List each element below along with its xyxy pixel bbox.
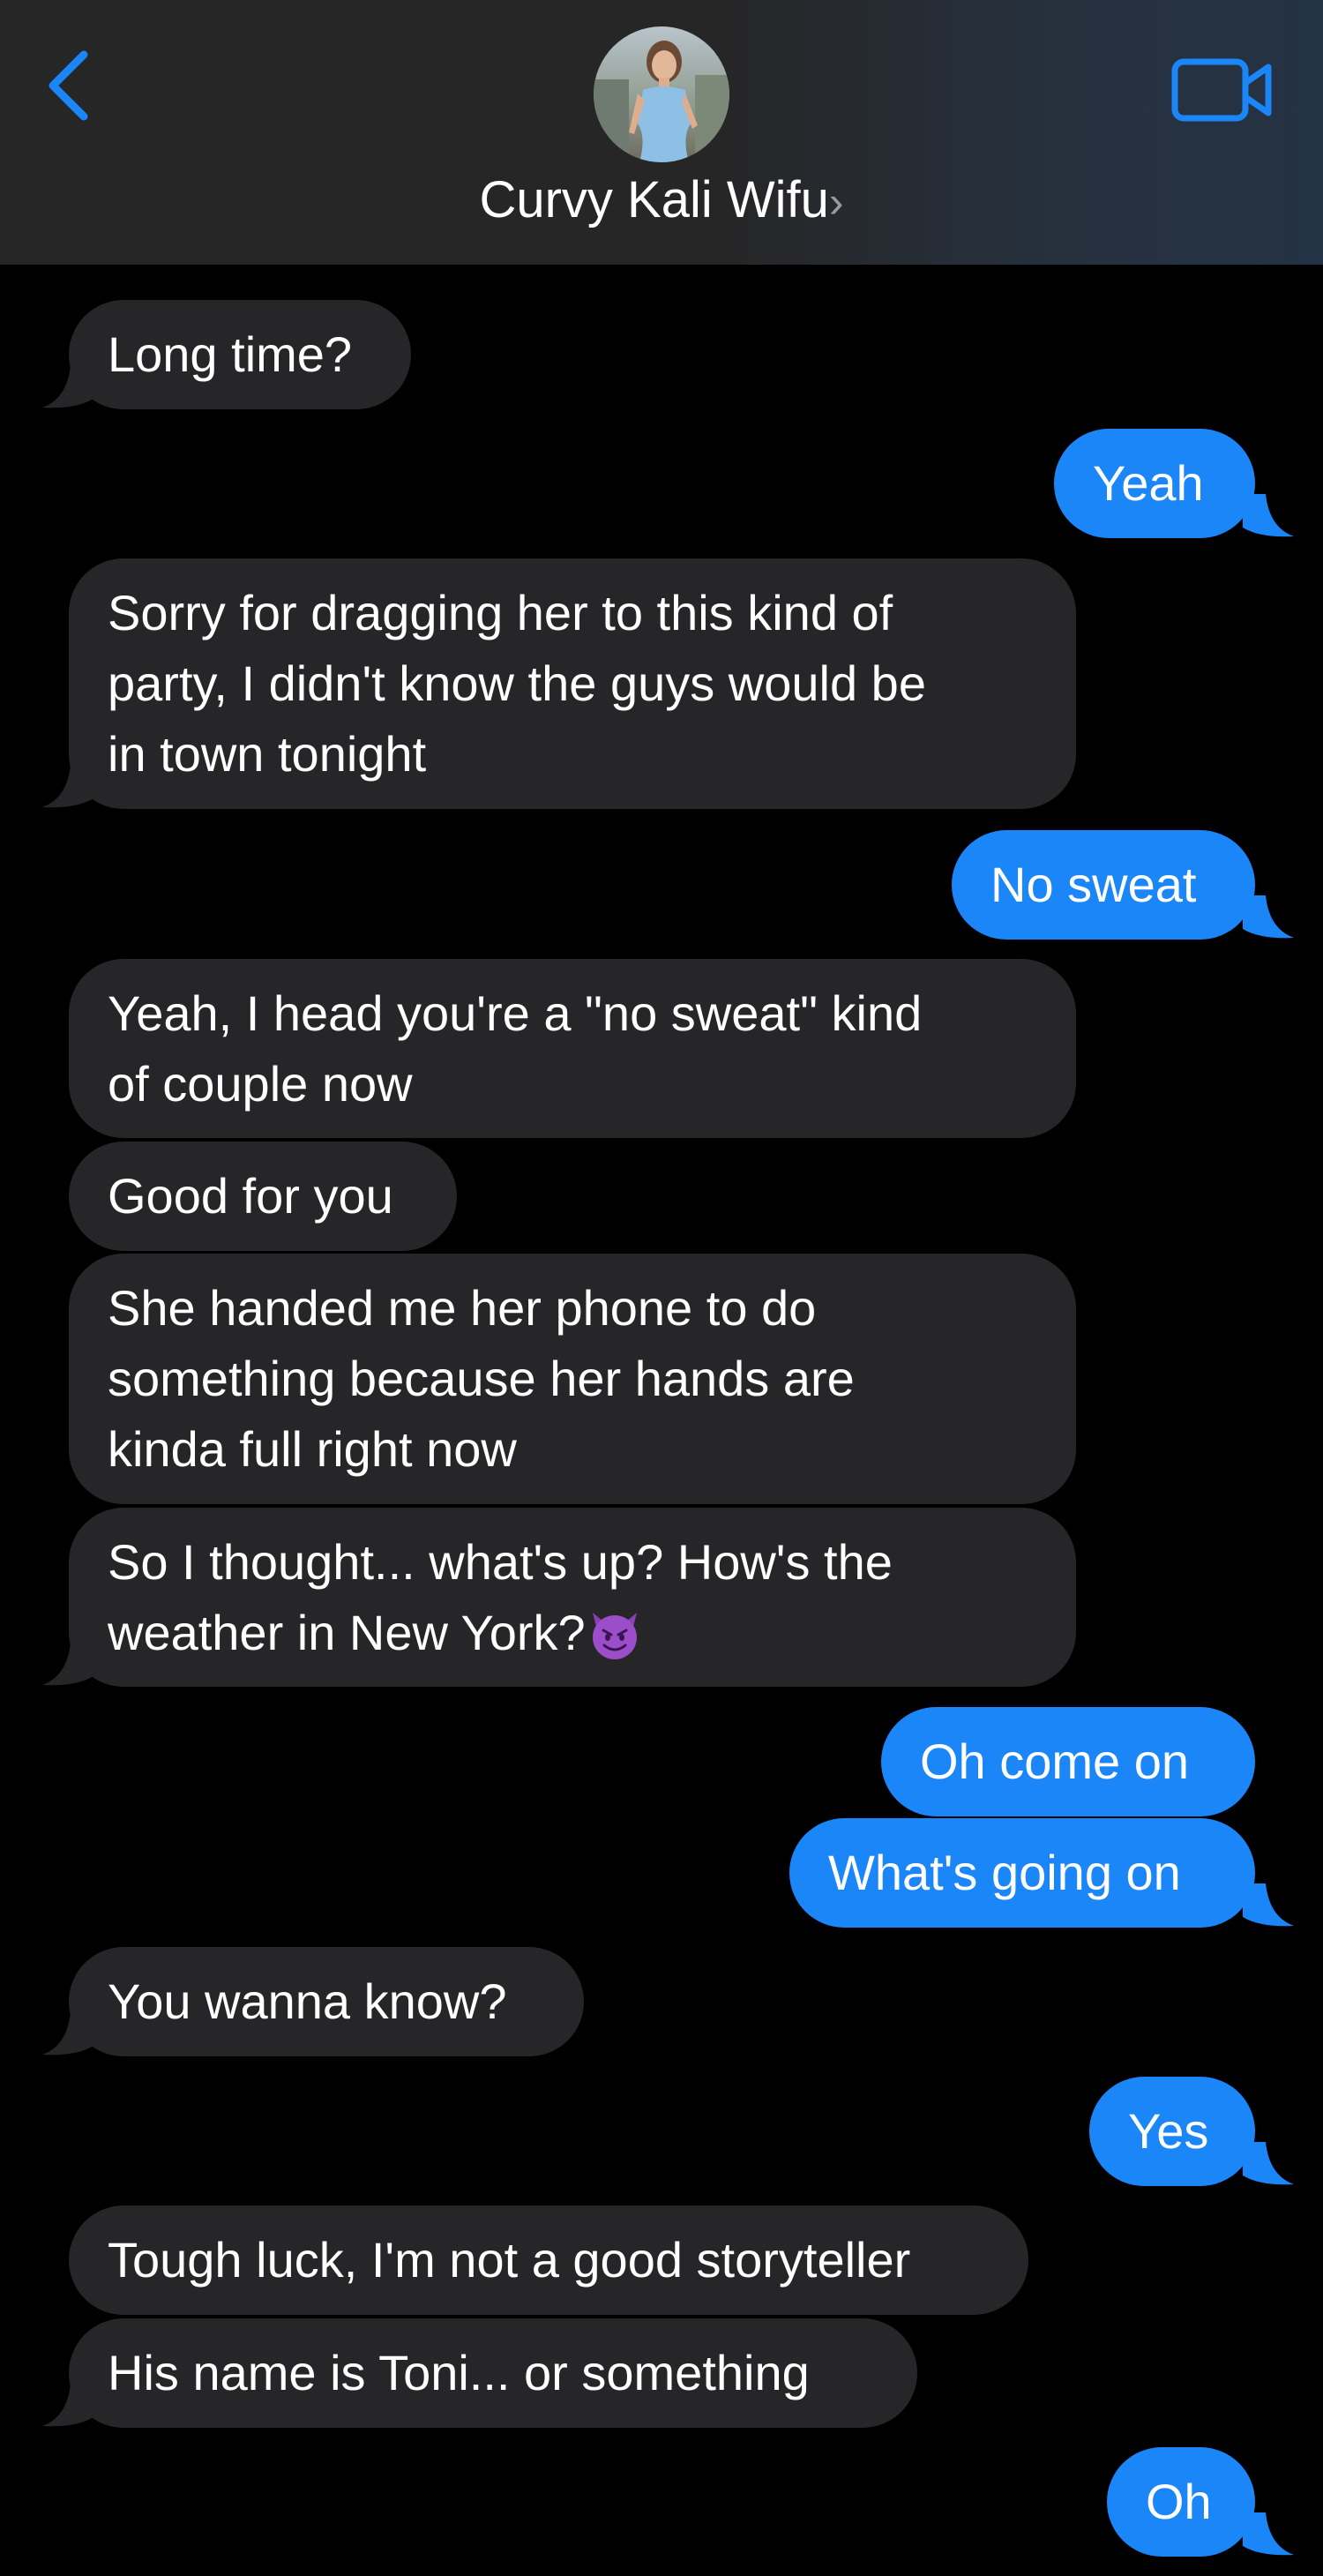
bubble-tail — [42, 765, 93, 808]
contact-name-text: Curvy Kali Wifu — [479, 171, 829, 228]
message-text-line: His name is Toni... or something — [108, 2345, 810, 2400]
chevron-left-icon — [49, 50, 88, 121]
incoming-message[interactable]: She handed me her phone to do something b… — [69, 1254, 1076, 1504]
message-text-line: No sweat — [990, 857, 1197, 912]
bubble-tail — [1243, 494, 1294, 537]
bubble-tail — [1243, 895, 1294, 939]
incoming-message[interactable]: Good for you — [69, 1142, 457, 1251]
bubble-tail — [1243, 1883, 1294, 1927]
bubble-tail — [42, 365, 93, 408]
outgoing-message[interactable]: Oh — [1107, 2447, 1255, 2557]
message-text-line: So I thought... what's up? How's the — [108, 1533, 893, 1590]
outgoing-message[interactable]: Yeah — [1054, 429, 1255, 538]
message-text-line: Long time? — [108, 326, 353, 382]
message-text-line: Sorry for dragging her to this kind of — [108, 585, 893, 640]
message-text-line: Yeah — [1093, 455, 1204, 511]
bubble-tail — [1243, 2142, 1294, 2185]
conversation-header: Curvy Kali Wifu› — [0, 0, 1323, 265]
bubble-tail — [42, 2384, 93, 2427]
message-text-line: party, I didn't know the guys would be — [108, 655, 926, 711]
bubble-tail — [42, 1643, 93, 1686]
incoming-message[interactable]: Sorry for dragging her to this kind of pa… — [69, 558, 1076, 809]
smiling-devil-emoji — [592, 1612, 637, 1659]
bubble-tail — [42, 2012, 93, 2056]
message-text-line: Tough luck, I'm not a good storyteller — [108, 2232, 911, 2288]
incoming-message[interactable]: So I thought... what's up? How's the weat… — [69, 1508, 1076, 1687]
message-text-line: Oh — [1146, 2474, 1212, 2529]
message-text-line: Yes — [1128, 2103, 1209, 2159]
chevron-right-icon: › — [828, 177, 844, 227]
message-text-line: in town tonight — [108, 726, 427, 782]
incoming-message[interactable]: Tough luck, I'm not a good storyteller — [69, 2205, 1028, 2315]
message-text-line: something because her hands are — [108, 1351, 855, 1406]
message-text-line: Yeah, I head you're a "no sweat" kind — [108, 985, 923, 1041]
incoming-message[interactable]: His name is Toni... or something — [69, 2318, 917, 2428]
incoming-message[interactable]: Yeah, I head you're a "no sweat" kind of … — [69, 959, 1076, 1138]
message-text-line: She handed me her phone to do — [108, 1280, 817, 1336]
bubble-tail — [1243, 2512, 1294, 2556]
outgoing-message[interactable]: No sweat — [952, 830, 1255, 940]
outgoing-message[interactable]: Yes — [1089, 2077, 1255, 2186]
message-text-line: of couple now — [108, 1055, 413, 1112]
outgoing-message[interactable]: Oh come on — [881, 1707, 1255, 1816]
message-text-line: kinda full right now — [108, 1421, 517, 1477]
contact-avatar[interactable] — [594, 26, 729, 162]
message-text-line: You wanna know? — [108, 1973, 507, 2029]
message-text-line: Oh come on — [920, 1734, 1190, 1789]
video-call-button[interactable] — [1169, 55, 1274, 125]
outgoing-message[interactable]: What's going on — [789, 1818, 1255, 1928]
incoming-message[interactable]: You wanna know? — [69, 1947, 584, 2056]
message-text-line: Good for you — [108, 1168, 393, 1224]
incoming-message[interactable]: Long time? — [69, 300, 411, 409]
avatar-photo — [594, 26, 729, 162]
message-text-line: weather in New York? — [108, 1598, 1037, 1668]
contact-name[interactable]: Curvy Kali Wifu› — [0, 169, 1323, 233]
back-button[interactable] — [44, 46, 97, 125]
video-camera-icon — [1171, 58, 1272, 122]
message-text-line: What's going on — [828, 1845, 1181, 1900]
